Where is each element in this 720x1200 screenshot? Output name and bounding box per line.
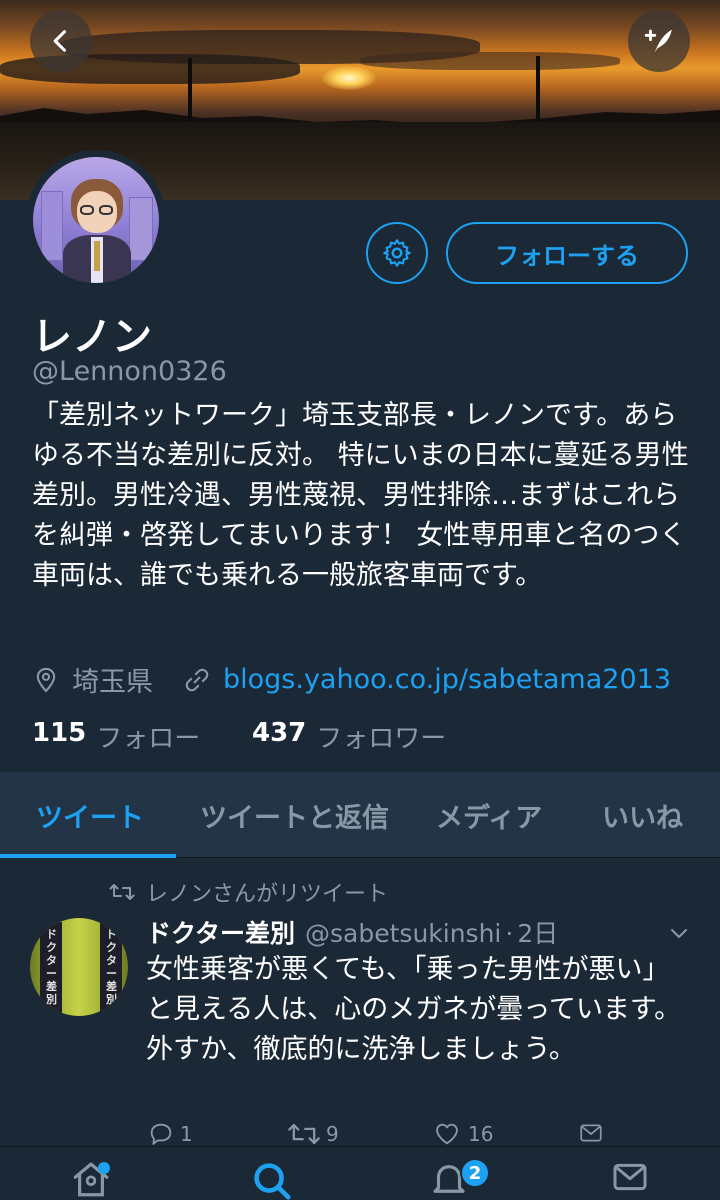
direct-message-button[interactable] [576, 1120, 606, 1146]
retweet-count: 9 [326, 1122, 339, 1146]
reply-count: 1 [180, 1122, 193, 1146]
avatar-logo-text-right: ドクター差別 [105, 928, 117, 1006]
location-pin-icon [36, 667, 56, 693]
tab-tweets-and-replies[interactable]: ツイートと返信 [200, 772, 389, 858]
gear-icon [383, 239, 411, 267]
link-icon [185, 668, 209, 691]
profile-counts: 115 フォロー 437 フォロワー [32, 718, 446, 755]
tab-media[interactable]: メディア [436, 772, 542, 858]
back-arrow-icon [53, 30, 67, 52]
bottom-navigation [0, 1146, 720, 1200]
tweet-author-name[interactable]: ドクター差別 [146, 914, 295, 950]
tab-tweets[interactable]: ツイート [36, 772, 144, 858]
avatar-logo-text-left: ドクター差別 [45, 928, 57, 1006]
tweet-header: ドクター差別 @sabetsukinshi · 2日 [146, 914, 558, 950]
follow-button[interactable]: フォローする [446, 222, 688, 284]
following-count[interactable]: 115 フォロー [32, 718, 252, 755]
profile-tabs: ツイート ツイートと返信 メディア いいね [0, 772, 720, 858]
profile-settings-button[interactable] [366, 222, 428, 284]
like-button[interactable]: 16 [432, 1120, 493, 1148]
message-icon [580, 1124, 602, 1142]
profile-meta: 埼玉県 blogs.yahoo.co.jp/sabetama2013 [32, 660, 671, 699]
back-button[interactable] [30, 10, 92, 72]
reply-button[interactable]: 1 [146, 1120, 193, 1148]
nav-search[interactable] [248, 1157, 294, 1200]
followers-count[interactable]: 437 フォロワー [252, 718, 446, 755]
retweet-icon [288, 1123, 320, 1145]
profile-location: 埼玉県 [72, 667, 153, 698]
tweet-text: 女性乗客が悪くても、「乗った男性が悪い」と見える人は、心のメガネが曇っています。… [146, 954, 682, 1065]
tweet-menu-button[interactable] [664, 922, 694, 950]
compose-icon [644, 29, 672, 53]
like-icon [436, 1123, 458, 1145]
profile-handle: @Lennon0326 [32, 356, 227, 387]
chevron-down-icon [671, 929, 687, 938]
like-count: 16 [468, 1122, 494, 1146]
compose-tweet-button[interactable] [628, 10, 690, 72]
profile-website-link[interactable]: blogs.yahoo.co.jp/sabetama2013 [223, 664, 671, 695]
home-new-content-dot [98, 1162, 110, 1174]
retweet-note: レノンさんがリツイート [108, 876, 388, 908]
nav-messages[interactable] [608, 1157, 652, 1200]
retweet-icon [109, 884, 135, 900]
profile-avatar[interactable] [26, 150, 166, 290]
profile-bio: 「差別ネットワーク」埼玉支部長・レノンです。あらゆる不当な差別に反対。 特にいま… [32, 400, 689, 591]
mail-icon [613, 1163, 647, 1191]
tweet-author-avatar[interactable]: ドクター差別 ドクター差別 [30, 918, 128, 1016]
active-tab-indicator [0, 854, 176, 858]
profile-name: レノン [32, 314, 152, 360]
retweet-button[interactable]: 9 [286, 1120, 339, 1148]
tweet-timestamp: 2日 [517, 919, 559, 948]
tweet-separator: · [505, 919, 514, 948]
retweet-note-text: レノンさんがリツイート [146, 882, 389, 907]
tab-likes[interactable]: いいね [602, 772, 683, 858]
notification-badge: 2 [460, 1158, 490, 1188]
search-icon [254, 1163, 291, 1200]
tweet-author-handle[interactable]: @sabetsukinshi [305, 919, 501, 948]
reply-icon [150, 1123, 172, 1145]
